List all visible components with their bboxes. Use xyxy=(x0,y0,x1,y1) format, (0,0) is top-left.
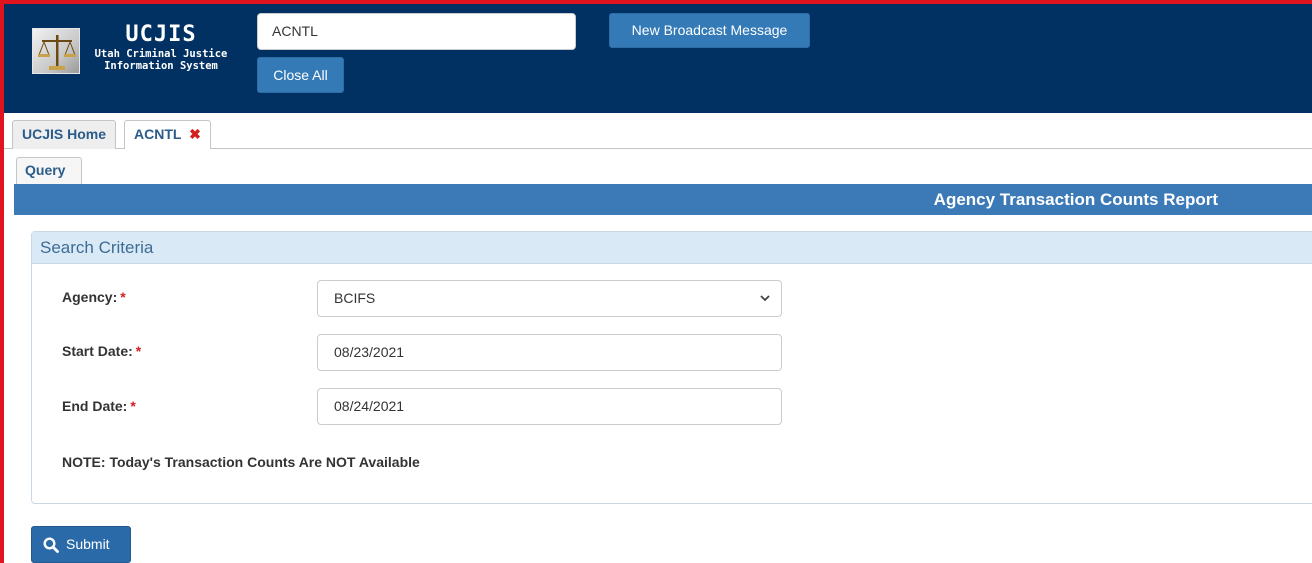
agency-label: Agency: * xyxy=(62,289,126,305)
panel-heading: Search Criteria xyxy=(32,232,1312,264)
close-all-button[interactable]: Close All xyxy=(257,57,344,93)
end-date-label: End Date: * xyxy=(62,398,136,414)
required-marker: * xyxy=(120,289,126,305)
sub-tab-bar: Query xyxy=(4,149,1312,184)
command-input[interactable]: ACNTL xyxy=(257,13,576,50)
chevron-down-icon xyxy=(759,281,771,330)
report-title-bar: Agency Transaction Counts Report xyxy=(14,184,1312,215)
required-marker: * xyxy=(130,398,136,414)
search-icon xyxy=(43,537,59,553)
tab-label: UCJIS Home xyxy=(22,126,107,142)
agency-value: BCIFS xyxy=(334,290,376,306)
tab-acntl[interactable]: ACNTL ✖ xyxy=(124,120,211,150)
agency-select[interactable]: BCIFS xyxy=(317,280,782,317)
availability-note: NOTE: Today's Transaction Counts Are NOT… xyxy=(62,454,420,470)
submit-label: Submit xyxy=(66,536,110,552)
tab-label: ACNTL xyxy=(134,126,182,142)
required-marker: * xyxy=(135,343,142,359)
start-date-label: Start Date: * xyxy=(62,343,141,359)
end-date-label-text: End Date: xyxy=(62,398,128,414)
scales-of-justice-icon xyxy=(32,28,80,74)
logo-title: UCJIS xyxy=(125,22,197,47)
page-title: Agency Transaction Counts Report xyxy=(933,190,1218,209)
tab-bar: UCJIS Home ACNTL ✖ xyxy=(4,113,1312,150)
start-date-label-text: Start Date: xyxy=(62,343,133,359)
new-broadcast-message-button[interactable]: New Broadcast Message xyxy=(609,13,810,48)
ucjis-logo[interactable]: UCJIS Utah Criminal Justice Information … xyxy=(32,22,232,82)
search-criteria-panel: Search Criteria Agency: * BCIFS Start Dat… xyxy=(31,231,1312,504)
app-header: UCJIS Utah Criminal Justice Information … xyxy=(4,4,1312,113)
start-date-field[interactable]: 08/23/2021 xyxy=(317,334,782,371)
tab-ucjis-home[interactable]: UCJIS Home xyxy=(12,120,117,149)
logo-subtitle: Utah Criminal Justice Information System xyxy=(94,48,228,72)
tab-query[interactable]: Query xyxy=(16,157,82,184)
agency-label-text: Agency: xyxy=(62,289,118,305)
end-date-field[interactable]: 08/24/2021 xyxy=(317,388,782,425)
submit-button[interactable]: Submit xyxy=(31,526,131,563)
close-icon[interactable]: ✖ xyxy=(189,126,201,142)
